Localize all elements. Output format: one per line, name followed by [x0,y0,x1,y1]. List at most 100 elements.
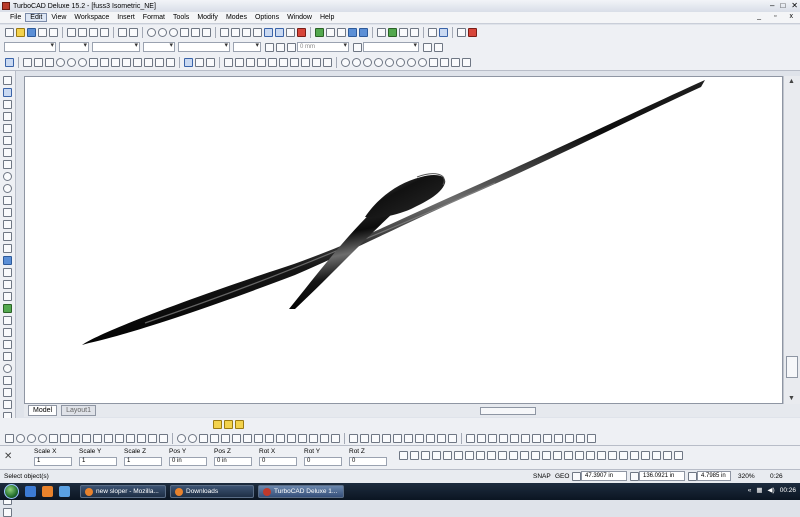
app-icon[interactable] [2,2,10,10]
solid-tool-icon-2[interactable] [16,433,25,443]
scroll-down-icon[interactable]: ▼ [788,395,795,402]
explorer-icon[interactable] [59,486,70,497]
mdi-close-button[interactable]: x [786,13,798,20]
material-icon[interactable] [326,27,335,37]
tab-model[interactable]: Model [28,405,58,416]
measure-icon[interactable] [428,27,437,37]
width-dropdown[interactable] [233,42,261,52]
solid-tool-icon-45[interactable] [510,433,519,443]
snap-divider-icon[interactable] [166,58,175,67]
network-icon[interactable]: ▦ [756,486,762,494]
horizontal-scroll-thumb[interactable] [480,407,536,415]
more-tools-icon[interactable] [3,507,12,517]
solid-tool-icon-16[interactable] [177,433,186,443]
minimize-button[interactable]: – [770,1,774,10]
menu-window[interactable]: Window [283,14,316,21]
menu-modify[interactable]: Modify [193,14,222,21]
close-button[interactable]: ✕ [791,1,798,10]
thickness-icon[interactable] [353,42,362,52]
view-iso-ne-icon[interactable] [429,58,438,67]
magnet-icon[interactable] [184,58,193,67]
save-icon[interactable] [27,27,36,37]
mdi-restore-button[interactable]: ▫ [770,13,780,20]
drawing-canvas[interactable] [24,76,783,404]
geo-toggle[interactable]: GEO [555,473,569,480]
coord-x[interactable]: 47.3907 in [581,471,627,481]
snap-drawing-aid-icon[interactable] [144,58,153,67]
solid-tool-icon-8[interactable] [82,433,91,443]
view-left-icon[interactable] [385,58,394,67]
ucs-view-icon[interactable] [312,58,321,67]
inspector-close-icon[interactable]: ✕ [4,451,12,462]
print-preview-icon[interactable] [49,27,58,37]
color-dropdown[interactable] [59,42,89,52]
snap-toggle[interactable]: SNAP [533,473,551,480]
line-icon[interactable] [3,111,12,121]
layer-dropdown[interactable] [4,42,56,52]
point-tool-icon[interactable] [3,99,12,109]
properties-icon[interactable] [423,42,432,52]
solid-tool-icon-36[interactable] [404,433,413,443]
solid-tool-icon-41[interactable] [466,433,475,443]
inspector-tool-icon-7[interactable] [465,451,474,460]
double-line-icon[interactable] [3,135,12,145]
inspector-tool-icon-20[interactable] [608,451,617,460]
thickness-field[interactable]: 0 mm [297,42,349,52]
inspector-tool-icon-23[interactable] [641,451,650,460]
inspector-tool-icon-5[interactable] [443,451,452,460]
solid-tool-icon-32[interactable] [360,433,369,443]
solid-tool-icon-14[interactable] [148,433,157,443]
trim-icon[interactable] [3,327,12,337]
task-downloads[interactable]: Downloads [170,485,254,498]
inspector-tool-icon-1[interactable] [399,451,408,460]
solid-tool-icon-18[interactable] [199,433,208,443]
maximize-button[interactable]: □ [780,1,785,10]
inspector-tool-icon-17[interactable] [575,451,584,460]
snap-vertex-icon[interactable] [23,58,32,67]
ucs-front-icon[interactable] [268,58,277,67]
view-iso-sw-icon[interactable] [462,58,471,67]
ellipse-icon[interactable] [3,231,12,241]
format-painter-icon[interactable] [100,27,109,37]
polygon-icon[interactable] [3,159,12,169]
polyline-icon[interactable] [3,123,12,133]
solid-tool-icon-30[interactable] [331,433,340,443]
show-desktop-icon[interactable] [25,486,36,497]
view-iso-nw-icon[interactable] [440,58,449,67]
solid-tool-icon-47[interactable] [532,433,541,443]
brush-dropdown[interactable] [143,42,175,52]
snap-nearest-icon[interactable] [133,58,142,67]
angle-icon[interactable] [439,27,448,37]
zoom-icon[interactable] [147,27,156,37]
pen-dropdown[interactable] [92,42,140,52]
zoom-in-icon[interactable] [158,27,167,37]
inspector-tool-icon-9[interactable] [487,451,496,460]
inspector-tool-icon-22[interactable] [630,451,639,460]
view-back-icon[interactable] [396,58,405,67]
solid-tool-icon-43[interactable] [488,433,497,443]
view-top-icon[interactable] [352,58,361,67]
menu-view[interactable]: View [47,14,70,21]
text-icon[interactable] [3,243,12,253]
solid-tool-icon-15[interactable] [159,433,168,443]
solid-tool-icon-35[interactable] [393,433,402,443]
menu-modes[interactable]: Modes [222,14,251,21]
solid-tool-icon-3[interactable] [27,433,36,443]
solid-tool-icon-25[interactable] [276,433,285,443]
rotate-icon[interactable] [3,291,12,301]
redo-icon[interactable] [129,27,138,37]
solid-tool-icon-26[interactable] [287,433,296,443]
snap-line-icon[interactable] [34,58,43,67]
inspector-tool-icon-26[interactable] [674,451,683,460]
menu-edit[interactable]: Edit [25,13,48,22]
snap-arc-icon[interactable] [67,58,76,67]
solid-tool-icon-4[interactable] [38,433,47,443]
inspector-tool-icon-6[interactable] [454,451,463,460]
menu-help[interactable]: Help [316,14,338,21]
copy-icon[interactable] [78,27,87,37]
rectangle-icon[interactable] [3,147,12,157]
solid-tool-icon-50[interactable] [565,433,574,443]
solid-tool-icon-22[interactable] [243,433,252,443]
pos-y-input[interactable]: 0 in [169,457,207,466]
snap-center-icon[interactable] [56,58,65,67]
